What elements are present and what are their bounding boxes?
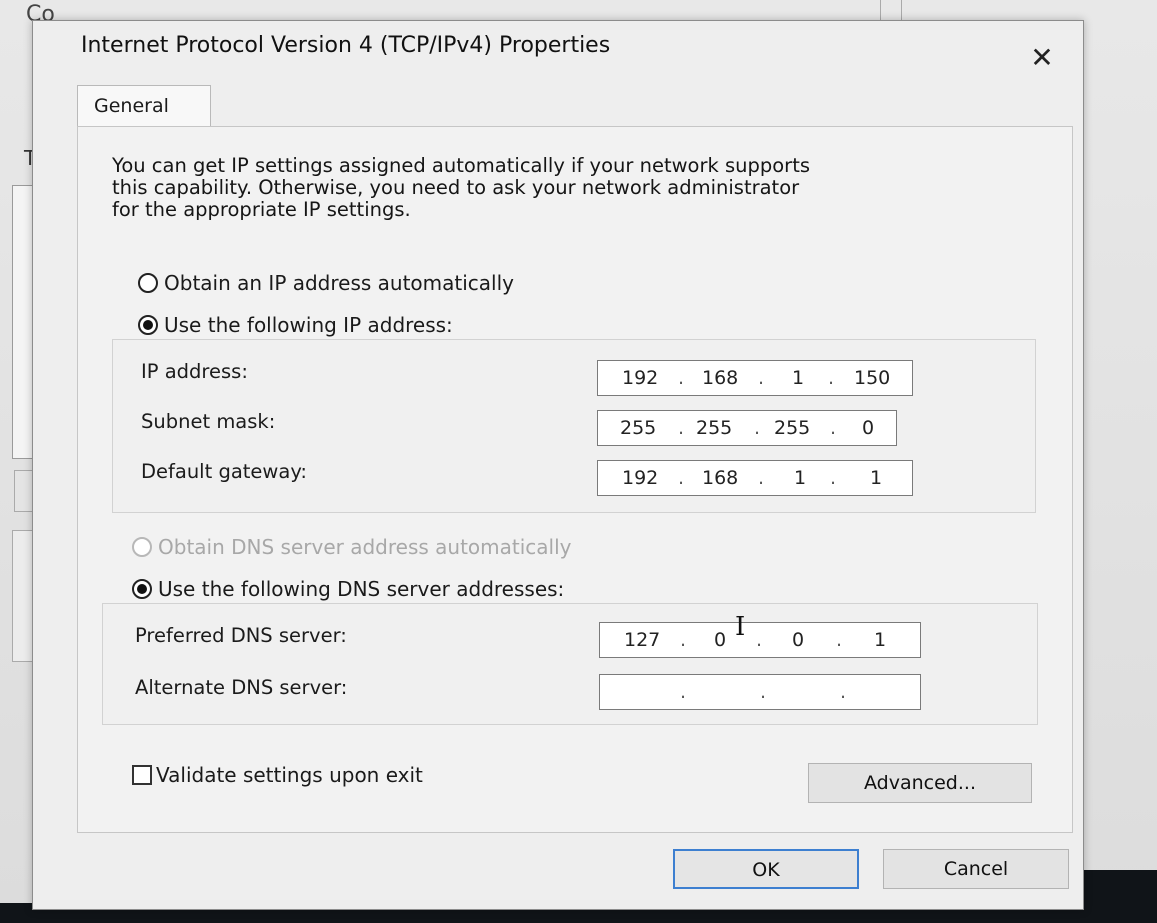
default-gateway-input[interactable]: 192 . 168 . 1 . 1 [597, 460, 913, 496]
alternate-dns-label: Alternate DNS server: [135, 676, 348, 699]
general-tab-panel: You can get IP settings assigned automat… [77, 126, 1073, 833]
ip-dot: . [830, 467, 837, 489]
ip-dot: . [680, 681, 687, 703]
subnet-mask-input[interactable]: 255 . 255 . 255 . 0 [597, 410, 897, 446]
radio-use-following-ip[interactable]: Use the following IP address: [138, 313, 453, 337]
radio-button-selected-icon[interactable] [138, 315, 158, 335]
ip-octet: 192 [622, 467, 659, 489]
radio-button-selected-icon[interactable] [132, 579, 152, 599]
default-gateway-label: Default gateway: [141, 460, 308, 483]
radio-use-following-dns[interactable]: Use the following DNS server addresses: [132, 577, 564, 601]
ip-dot: . [756, 629, 763, 651]
ip-dot: . [760, 681, 767, 703]
ip-octet: 168 [702, 467, 739, 489]
advanced-button[interactable]: Advanced... [808, 763, 1032, 803]
dialog-title: Internet Protocol Version 4 (TCP/IPv4) P… [81, 33, 611, 58]
radio-use-following-ip-label: Use the following IP address: [164, 313, 453, 337]
ip-dot: . [758, 367, 765, 389]
ip-dot: . [758, 467, 765, 489]
ip-octet: 150 [854, 367, 891, 389]
subnet-mask-label: Subnet mask: [141, 410, 276, 433]
ip-octet: 1 [874, 629, 887, 651]
alternate-dns-input[interactable]: . . . [599, 674, 921, 710]
ip-octet: 192 [622, 367, 659, 389]
ip-octet: 0 [792, 629, 805, 651]
dns-server-group: Preferred DNS server: 127 . 0 . 0 . 1 I … [102, 603, 1038, 725]
preferred-dns-label: Preferred DNS server: [135, 624, 347, 647]
radio-obtain-dns-auto-label: Obtain DNS server address automatically [158, 535, 572, 559]
ip-octet: 1 [792, 367, 805, 389]
ip-octet: 255 [620, 417, 657, 439]
ok-button[interactable]: OK [673, 849, 859, 889]
ip-octet: 168 [702, 367, 739, 389]
description-line: You can get IP settings assigned automat… [112, 154, 811, 177]
ip-dot: . [678, 417, 685, 439]
radio-button-icon[interactable] [138, 273, 158, 293]
cancel-button[interactable]: Cancel [883, 849, 1069, 889]
description-text: You can get IP settings assigned automat… [112, 155, 1012, 221]
ip-dot: . [840, 681, 847, 703]
tab-strip: General [77, 85, 1071, 127]
ip-octet: 1 [794, 467, 807, 489]
validate-settings-label: Validate settings upon exit [156, 763, 423, 787]
ip-octet: 0 [862, 417, 875, 439]
radio-use-following-dns-label: Use the following DNS server addresses: [158, 577, 565, 601]
ip-address-group: IP address: 192 . 168 . 1 . 150 Subnet m… [112, 339, 1036, 513]
description-line: for the appropriate IP settings. [112, 198, 411, 221]
checkbox-icon[interactable] [132, 765, 152, 785]
ip-dot: . [678, 367, 685, 389]
ip-octet: 1 [870, 467, 883, 489]
ip-octet: 0 [714, 629, 727, 651]
ip-octet: 255 [774, 417, 811, 439]
ip-address-input[interactable]: 192 . 168 . 1 . 150 [597, 360, 913, 396]
tab-general[interactable]: General [77, 85, 211, 127]
ip-dot: . [678, 467, 685, 489]
ip-dot: . [680, 629, 687, 651]
radio-obtain-ip-auto[interactable]: Obtain an IP address automatically [138, 271, 514, 295]
close-icon[interactable]: ✕ [1027, 43, 1057, 73]
radio-obtain-ip-auto-label: Obtain an IP address automatically [164, 271, 515, 295]
ip-dot: . [836, 629, 843, 651]
radio-obtain-dns-auto[interactable]: Obtain DNS server address automatically [132, 535, 572, 559]
ip-octet: 127 [624, 629, 661, 651]
preferred-dns-input[interactable]: 127 . 0 . 0 . 1 [599, 622, 921, 658]
ip-dot: . [754, 417, 761, 439]
text-cursor-icon: I [735, 612, 746, 642]
validate-settings-checkbox[interactable]: Validate settings upon exit [132, 763, 423, 787]
ipv4-properties-dialog: Internet Protocol Version 4 (TCP/IPv4) P… [32, 20, 1084, 910]
ip-address-label: IP address: [141, 360, 248, 383]
ip-dot: . [830, 417, 837, 439]
description-line: this capability. Otherwise, you need to … [112, 176, 800, 199]
ip-octet: 255 [696, 417, 733, 439]
ip-dot: . [828, 367, 835, 389]
radio-button-disabled-icon[interactable] [132, 537, 152, 557]
